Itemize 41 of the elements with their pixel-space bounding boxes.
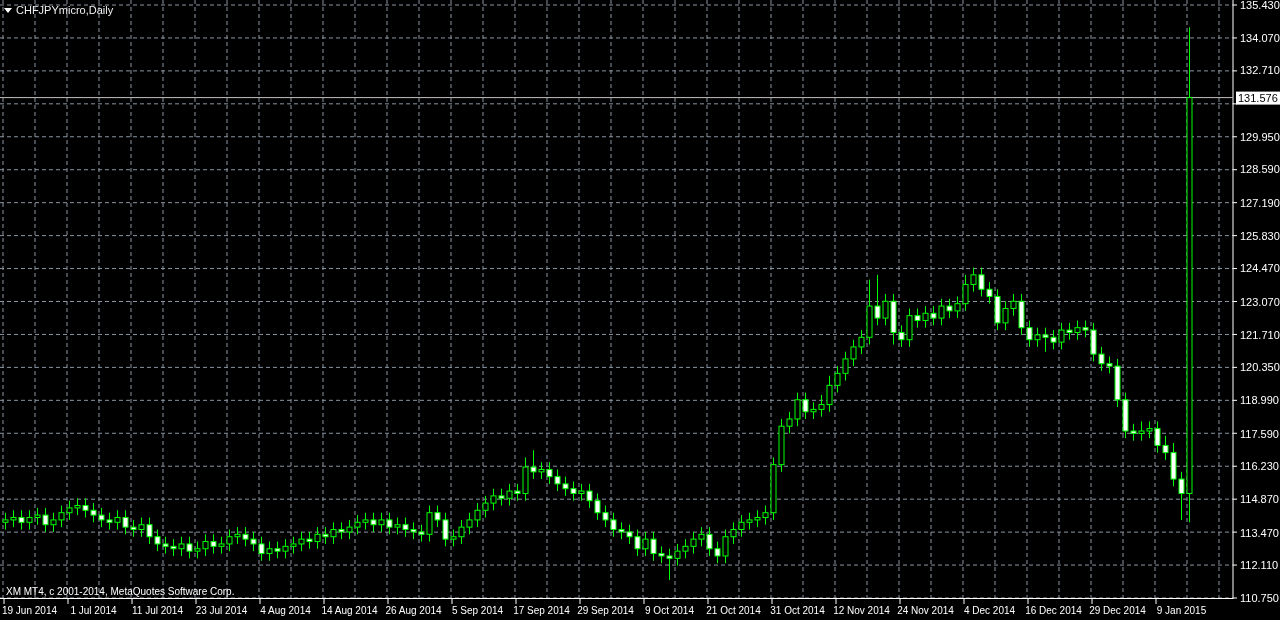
date-label: 5 Sep 2014 <box>451 605 504 616</box>
date-label: 1 Jul 2014 <box>70 605 117 616</box>
price-label: 135.430 <box>1240 0 1280 11</box>
price-label: 118.990 <box>1240 394 1279 406</box>
price-label: 113.470 <box>1240 526 1279 539</box>
price-label: 125.830 <box>1240 229 1280 242</box>
price-label: 123.070 <box>1240 296 1280 308</box>
date-label: 17 Sep 2014 <box>513 605 570 616</box>
copyright-text: XM MT4, c 2001-2014, MetaQuotes Software Corp. <box>6 587 235 597</box>
price-label: 124.470 <box>1240 262 1280 275</box>
price-label: 121.710 <box>1240 328 1280 341</box>
date-label: 26 Aug 2014 <box>385 605 442 616</box>
price-label: 112.110 <box>1240 559 1279 572</box>
date-label: 9 Oct 2014 <box>645 605 694 616</box>
price-label: 120.350 <box>1240 361 1280 374</box>
date-label: 19 Jun 2014 <box>1 605 58 616</box>
date-label: 16 Dec 2014 <box>1025 605 1082 616</box>
date-label: 21 Oct 2014 <box>706 605 761 616</box>
dropdown-icon[interactable] <box>4 7 12 13</box>
date-label: 31 Oct 2014 <box>770 605 825 616</box>
current-price-label: 131.576 <box>1236 91 1280 105</box>
date-label: 4 Dec 2014 <box>963 605 1016 616</box>
date-label: 9 Jan 2015 <box>1156 605 1207 616</box>
price-label: 110.750 <box>1240 592 1279 604</box>
price-label: 117.590 <box>1240 427 1279 440</box>
date-label: 11 Jul 2014 <box>132 605 183 616</box>
price-label: 134.070 <box>1240 31 1280 44</box>
date-label: 23 Jul 2014 <box>195 605 248 616</box>
date-label: 12 Nov 2014 <box>833 605 890 616</box>
price-label: 116.230 <box>1240 460 1279 473</box>
date-label: 29 Sep 2014 <box>577 605 634 616</box>
date-label: 24 Nov 2014 <box>897 605 954 616</box>
symbol-title: CHFJPYmicro,Daily <box>16 3 114 18</box>
price-label: 132.710 <box>1240 64 1280 77</box>
date-label: 29 Dec 2014 <box>1089 605 1146 616</box>
price-label: 114.870 <box>1240 493 1279 505</box>
date-label: 4 Aug 2014 <box>260 605 311 616</box>
price-label: 128.590 <box>1240 163 1280 176</box>
price-label: 129.950 <box>1240 130 1280 143</box>
price-label: 127.190 <box>1240 197 1280 209</box>
date-label: 14 Aug 2014 <box>321 605 378 616</box>
